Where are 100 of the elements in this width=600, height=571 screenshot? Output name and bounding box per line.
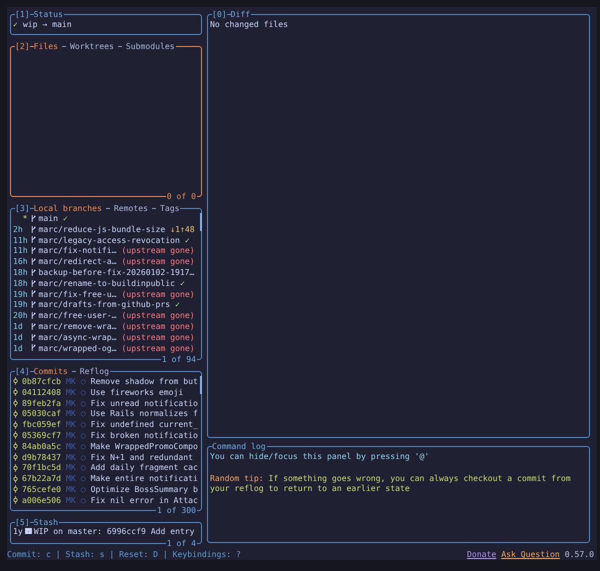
branch-age: 11h — [13, 234, 28, 245]
commit-message[interactable]: Fix nil error in Attac — [90, 494, 198, 506]
branch-icon — [30, 214, 36, 222]
commit-message[interactable]: Fix N+1 and redundant — [90, 452, 193, 462]
branch-icon — [30, 226, 36, 233]
commit-author: MK — [66, 376, 76, 387]
branch-icon — [30, 334, 36, 341]
branch-age: 11h — [13, 245, 28, 256]
branch-name[interactable]: marc/fix-notifi… — [38, 245, 116, 256]
commit-hash[interactable]: a006e506 — [22, 494, 61, 506]
version-text: 0.57.0 — [564, 549, 594, 560]
commit-author: MK — [66, 494, 76, 506]
commit-message[interactable]: Optimize BossSummary b — [90, 484, 198, 495]
scrollbar-thumb[interactable] — [200, 376, 202, 394]
commit-icon — [13, 431, 18, 440]
branch-icon — [30, 268, 36, 276]
commit-message[interactable]: Add daily fragment cac — [90, 462, 198, 474]
commit-author: MK — [66, 419, 76, 430]
branch-status: ✓ — [175, 299, 180, 310]
branch-age: 1d — [13, 342, 23, 353]
commit-message[interactable]: Make WrappedPromoCompo — [90, 440, 198, 452]
branch-icon — [30, 301, 36, 308]
commit-hash[interactable]: 67b22a7d — [22, 473, 61, 484]
item-counter: 1 of 4 — [166, 538, 197, 549]
panel-tab[interactable]: Commits — [34, 366, 68, 377]
ask-question-link[interactable]: Ask Question — [501, 549, 560, 560]
donate-link[interactable]: Donate — [467, 549, 496, 560]
commit-author: MK — [66, 430, 76, 441]
branch-name[interactable]: backup-before-fix-20260102-1917… — [38, 266, 194, 278]
check-icon: ✓ — [13, 19, 18, 29]
panel-tab[interactable]: Submodules — [126, 41, 175, 52]
commit-author: MK — [66, 440, 76, 452]
commit-hash[interactable]: d9b78437 — [22, 452, 61, 462]
commit-hash[interactable]: 765cefe0 — [22, 484, 61, 495]
commit-icon — [13, 398, 18, 407]
panel-tab[interactable]: Local branches — [34, 203, 102, 214]
panel-title: Stash — [34, 517, 58, 528]
commit-hash[interactable]: 05030caf — [22, 408, 61, 420]
commit-message[interactable]: Fix unread notificatio — [90, 398, 198, 408]
branch-name[interactable]: marc/rename-to-buildinpublic — [38, 278, 175, 289]
commit-message[interactable]: Make entire notificati — [90, 473, 198, 484]
hint-text: You can hide/focus this panel by pressing '@' — [210, 451, 430, 462]
commit-hash[interactable]: fbc059ef — [22, 419, 61, 430]
commit-hash[interactable]: 05369cf7 — [22, 430, 61, 441]
branch-status: (upstream gone) — [121, 245, 195, 256]
commit-icon — [13, 442, 18, 450]
scrollbar-thumb[interactable] — [200, 213, 202, 231]
branch-name[interactable]: main — [38, 213, 58, 224]
commit-hash[interactable]: 84ab0a5c — [22, 440, 61, 452]
keybinding-hints: Commit: c | Stash: s | Reset: D | Keybindings: ? — [7, 549, 241, 560]
panel-tab[interactable]: Remotes — [114, 203, 148, 214]
branch-status: (upstream gone) — [121, 288, 195, 300]
commit-hash[interactable]: 89feb2fa — [22, 398, 61, 408]
branch-name[interactable]: marc/async-wrap… — [38, 332, 116, 343]
branch-name[interactable]: marc/drafts-from-github-prs — [38, 299, 170, 310]
commit-hash[interactable]: 04112408 — [22, 386, 61, 398]
branch-status: ✓ — [184, 234, 190, 246]
graph-glyph: ○ — [80, 484, 86, 495]
branch-name[interactable]: marc/wrapped-og… — [38, 342, 116, 354]
commit-message[interactable]: Use fireworks emoji — [90, 386, 184, 398]
stash-entry[interactable]: WIP on master: 6996ccf9 Add entry — [34, 526, 195, 537]
branch-age: 2h — [13, 224, 23, 234]
branch-age: 1d — [13, 320, 23, 331]
branch-status: ✓ — [180, 278, 185, 289]
branch-name[interactable]: marc/legacy-access-revocation — [38, 234, 180, 246]
branch-status: (upstream gone) — [121, 342, 195, 354]
branch-status: ↓1↑48 — [170, 224, 195, 235]
commit-message[interactable]: Fix undefined current_ — [90, 419, 198, 430]
branch-name[interactable]: marc/free-user-… — [38, 310, 116, 321]
branch-status: (upstream gone) — [121, 332, 195, 343]
panel-number: [3] — [15, 203, 30, 214]
branch-icon — [30, 322, 36, 330]
panel-tab[interactable]: Tags — [160, 203, 180, 214]
commit-message[interactable]: Remove shadow from but — [90, 376, 198, 387]
panel-number: [1] — [15, 9, 30, 20]
graph-glyph: ○ — [80, 494, 86, 506]
branch-icon — [30, 258, 36, 266]
commit-icon — [13, 474, 18, 483]
panel-tab[interactable]: Worktrees — [70, 41, 114, 52]
current-marker: * — [22, 213, 28, 223]
diff-message: No changed files — [210, 19, 288, 29]
commit-icon — [13, 388, 18, 396]
commit-hash[interactable]: 70f1bc5d — [22, 462, 61, 474]
branch-icon — [30, 290, 36, 298]
branch-status: (upstream gone) — [121, 310, 195, 321]
commit-message[interactable]: Use Rails normalizes f — [90, 408, 198, 420]
branch-icon — [30, 236, 36, 244]
branch-name[interactable]: marc/remove-wra… — [38, 320, 116, 332]
branch-name[interactable]: marc/redirect-a… — [38, 256, 116, 267]
panel-tab[interactable]: Files — [34, 41, 58, 52]
branch-icon — [30, 280, 36, 287]
panel-title: Status — [34, 9, 63, 20]
commit-hash[interactable]: 0b87cfcb — [22, 376, 61, 387]
graph-glyph: ○ — [80, 408, 86, 420]
panel-number: [2] — [15, 41, 30, 52]
graph-glyph: ○ — [80, 386, 86, 398]
branch-name[interactable]: marc/reduce-js-bundle-size — [38, 224, 166, 235]
panel-tab[interactable]: Reflog — [80, 366, 109, 377]
branch-name[interactable]: marc/fix-free-u… — [38, 288, 116, 300]
commit-message[interactable]: Fix broken notificatio — [90, 430, 198, 441]
